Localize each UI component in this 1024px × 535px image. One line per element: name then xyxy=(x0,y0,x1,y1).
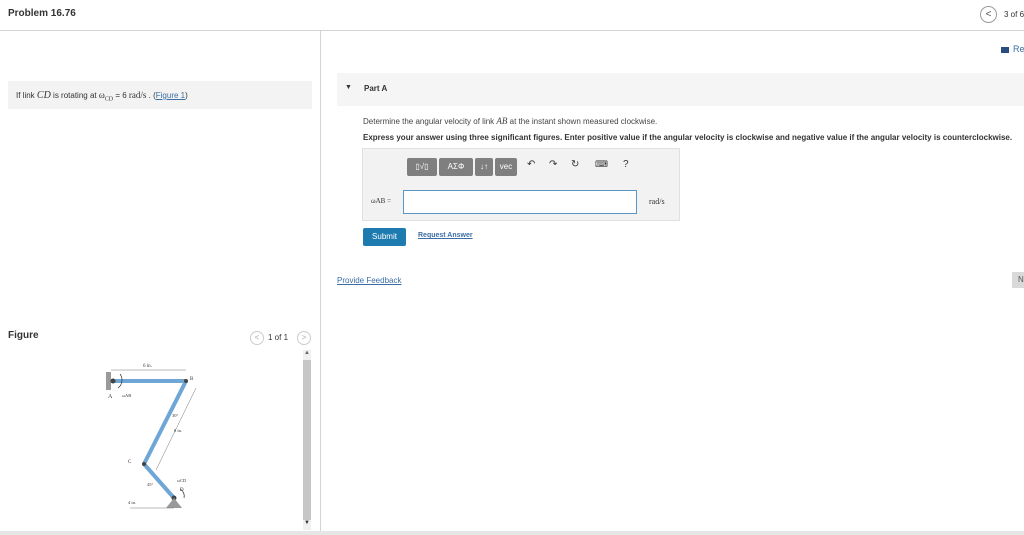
link-cd xyxy=(142,462,176,500)
collapse-icon[interactable]: ▼ xyxy=(345,84,352,91)
scroll-up-icon[interactable]: ▲ xyxy=(303,350,311,360)
label-c: C xyxy=(128,460,132,465)
review-link[interactable]: Review xyxy=(1001,44,1024,54)
vector-button[interactable]: vec xyxy=(495,158,517,176)
answer-panel: ▯√▯ ΑΣΦ ↓↑ vec ↶ ↷ ↻ ⌨ ? ωAB = rad/s xyxy=(362,148,680,221)
column-divider xyxy=(320,31,321,535)
figure-count: 1 of 1 xyxy=(268,333,289,342)
dim-6in-label: 6 in. xyxy=(143,364,152,369)
prompt-text: = 6 xyxy=(113,91,129,100)
label-b: B xyxy=(190,377,194,382)
arrows-button[interactable]: ↓↑ xyxy=(475,158,493,176)
scroll-down-icon[interactable]: ▼ xyxy=(303,520,311,530)
part-a-header[interactable]: ▼ Part A xyxy=(337,73,1024,106)
templates-button[interactable]: ▯√▯ xyxy=(407,158,437,176)
question-text: Determine the angular velocity of link A… xyxy=(363,116,657,126)
provide-feedback-link[interactable]: Provide Feedback xyxy=(337,276,401,285)
answer-units: rad/s xyxy=(649,197,665,206)
undo-icon[interactable]: ↶ xyxy=(527,159,535,170)
figure-prev-button[interactable]: < xyxy=(250,331,264,345)
pin-b xyxy=(184,379,188,383)
label-4in: 4 in. xyxy=(128,500,136,505)
figure-link[interactable]: Figure 1 xyxy=(156,91,185,100)
mechanism-figure: 6 in. A ωAB B 30° 8 in. C 45° ωCD D 4 in… xyxy=(106,364,197,509)
figure-next-button[interactable]: > xyxy=(297,331,311,345)
answer-input[interactable] xyxy=(403,190,637,214)
ground-support-d xyxy=(166,498,182,508)
previous-problem-button[interactable]: < xyxy=(980,6,997,23)
question-part: Determine the angular velocity of link xyxy=(363,117,497,126)
next-button[interactable]: Next > xyxy=(1012,272,1024,288)
question-variable: AB xyxy=(496,116,508,126)
reset-icon[interactable]: ↻ xyxy=(571,159,579,170)
redo-icon[interactable]: ↷ xyxy=(549,159,557,170)
keyboard-icon[interactable]: ⌨ xyxy=(595,159,608,170)
problem-statement: If link CD is rotating at ωCD = 6 rad/s … xyxy=(8,81,312,109)
answer-label: ωAB = xyxy=(371,197,392,205)
bottom-border xyxy=(0,531,1024,535)
part-title: Part A xyxy=(364,84,388,93)
greek-symbols-button[interactable]: ΑΣΦ xyxy=(439,158,473,176)
prompt-text: ) xyxy=(185,91,188,100)
figure-heading: Figure xyxy=(8,330,39,341)
wall-support-a xyxy=(106,372,111,390)
omega-subscript: CD xyxy=(104,96,114,103)
label-8in: 8 in. xyxy=(174,428,182,433)
pin-c xyxy=(142,462,146,466)
top-bar: Problem 16.76 < 3 of 6 xyxy=(0,0,1024,31)
help-icon[interactable]: ? xyxy=(623,159,629,170)
link-variable: CD xyxy=(36,90,51,101)
prompt-text: is rotating at xyxy=(50,91,99,100)
label-d: D xyxy=(180,488,184,493)
prompt-units: rad/s xyxy=(128,90,147,100)
label-angle-30: 30° xyxy=(172,413,179,418)
request-answer-link[interactable]: Request Answer xyxy=(418,232,473,239)
prompt-text: . ( xyxy=(146,91,156,100)
review-label: Review xyxy=(1013,44,1024,54)
label-a: A xyxy=(108,394,113,400)
scroll-thumb[interactable] xyxy=(303,360,311,520)
label-omega-ab: ωAB xyxy=(122,393,131,398)
label-omega-cd: ωCD xyxy=(177,478,187,483)
review-icon xyxy=(1001,46,1009,53)
problem-title: Problem 16.76 xyxy=(8,8,76,19)
label-angle-45: 45° xyxy=(147,482,154,487)
question-part: at the instant shown measured clockwise. xyxy=(507,117,658,126)
answer-instructions: Express your answer using three signific… xyxy=(363,133,1013,142)
problem-pager: 3 of 6 xyxy=(1004,10,1024,19)
prompt-text: If link xyxy=(16,91,37,100)
pin-a xyxy=(110,378,116,384)
submit-button[interactable]: Submit xyxy=(363,228,406,246)
